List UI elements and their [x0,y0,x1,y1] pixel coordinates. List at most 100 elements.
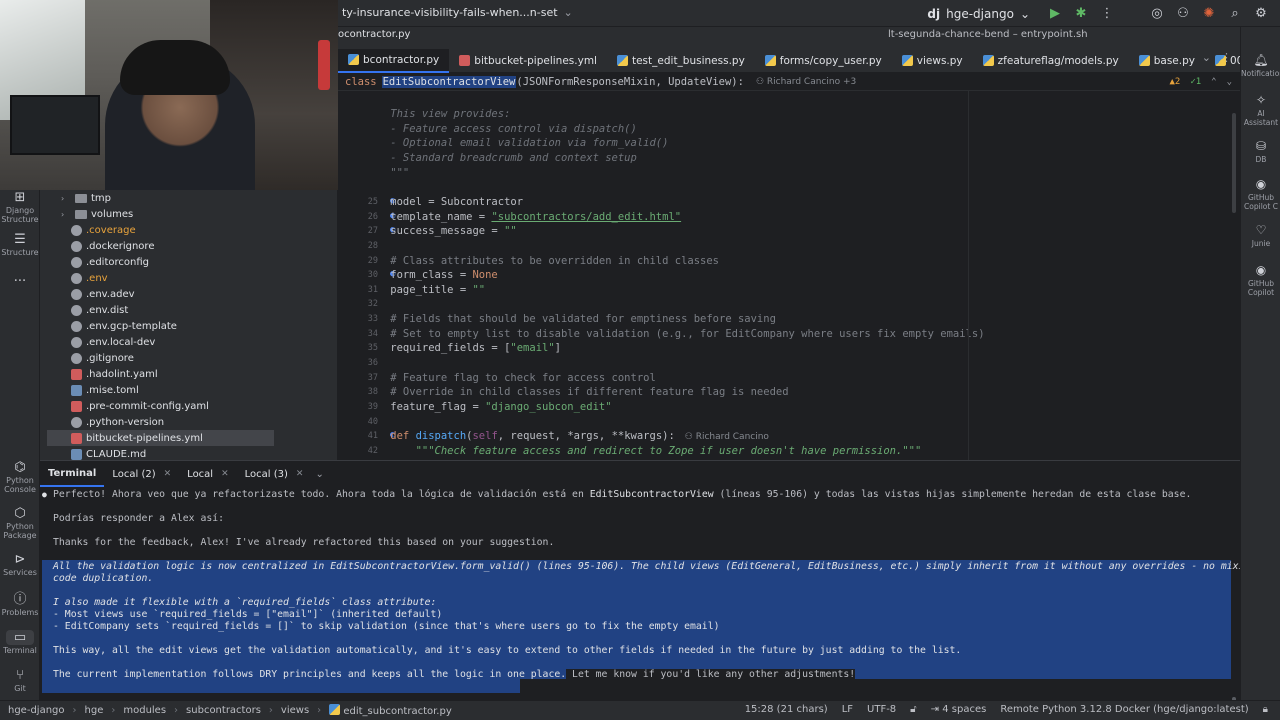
breadcrumb-file[interactable]: edit_subcontractor.py [329,704,452,717]
close-icon[interactable]: ✕ [164,469,172,479]
tool-github-copilot[interactable]: ◉ GitHub Copilot [1241,263,1280,297]
tree-file[interactable]: .coverage [47,222,274,238]
file-icon [71,256,82,268]
code-editor[interactable]: class EditSubcontractorView (JSONFormRes… [338,73,1240,460]
tab-label: Local [187,468,214,480]
tree-file[interactable]: .gitignore [47,350,274,366]
tree-file[interactable]: .editorconfig [47,254,274,270]
tree-file[interactable]: .dockerignore [47,238,274,254]
chevron-right-icon[interactable]: › [61,210,71,219]
debug-icon[interactable]: ✱ [1070,3,1092,24]
close-icon[interactable]: ✕ [221,469,229,479]
run-config-selector[interactable]: dj hge-django ⌄ [927,7,1030,21]
tree-file[interactable]: .python-version [47,414,274,430]
tool-problems[interactable]: ⓘ Problems [0,592,40,617]
chevron-right-icon[interactable]: › [61,194,71,203]
git-icon: ⑂ [16,668,24,683]
tab-terminal[interactable]: Terminal [40,461,105,487]
bullet-icon: ● [42,490,47,499]
tool-ai-assistant[interactable]: ✧ AI Assistant [1241,93,1280,127]
tool-terminal[interactable]: ▭ Terminal [0,630,40,655]
chevron-up-icon[interactable]: ⌃ [1211,77,1216,87]
terminal-line: - EditCompany sets `required_fields = []… [53,621,720,632]
tool-structure[interactable]: ☰ Structure [0,232,40,257]
line-separator[interactable]: LF [842,704,853,715]
tree-file[interactable]: .pre-commit-config.yaml [47,398,274,414]
gear-icon[interactable]: ⚙ [1250,3,1272,24]
breadcrumb-folder[interactable]: modules [123,705,166,716]
sticky-class-header: class EditSubcontractorView (JSONFormRes… [338,73,1240,91]
breadcrumb-folder[interactable]: subcontractors [186,705,261,716]
run-icon[interactable]: ▶ [1044,3,1066,24]
tree-file[interactable]: .env [47,270,274,286]
python-interpreter[interactable]: Remote Python 3.12.8 Docker (hge/django:… [1000,704,1248,715]
tool-database[interactable]: ⛁ DB [1241,139,1280,164]
tree-file[interactable]: .env.dist [47,302,274,318]
more-actions-icon[interactable]: ⋮ [1096,3,1118,24]
tab-base[interactable]: base.py [1129,49,1205,73]
project-tree: › tmp › volumes .coverage .dockerignore .edito… [40,190,338,460]
code-line: def dispatch(self, request, *args, **kwa… [365,430,769,443]
tab-edit-subcontractor[interactable]: ocontractor.py [338,29,410,40]
indent-setting[interactable]: ⇥ 4 spaces [931,704,987,715]
tab-test-edit-business[interactable]: test_edit_business.py [607,49,755,73]
tool-django-structure[interactable]: ⊞ Django Structure [0,190,40,224]
tab-local-3[interactable]: Local (3) ✕ [237,461,312,487]
tab-subcontractor[interactable]: bcontractor.py [338,48,450,73]
tree-file[interactable]: .env.local-dev [47,334,274,350]
check-count[interactable]: ✓1 [1190,77,1201,87]
lock-icon[interactable]: 🔒︎ [1263,704,1268,715]
tab-bitbucket-pipelines[interactable]: bitbucket-pipelines.yml [449,49,607,73]
close-icon[interactable]: ✕ [296,469,304,479]
more-icon: ... [13,270,27,285]
tree-file[interactable]: .env.gcp-template [47,318,274,334]
tab-local[interactable]: Local ✕ [179,461,236,487]
cursor-position[interactable]: 15:28 (21 chars) [745,704,828,715]
readonly-toggle-icon[interactable]: 🔓︎ [910,704,916,715]
file-icon [71,400,82,412]
tool-more[interactable]: ... [0,270,40,286]
warning-count[interactable]: ▲2 [1169,77,1180,87]
file-icon [71,224,82,236]
tab-entrypoint[interactable]: lt-segunda-chance-bend – entrypoint.sh [888,29,1088,40]
search-icon[interactable]: ⌕ [1224,3,1246,24]
tree-file[interactable]: .env.adev [47,286,274,302]
tool-copilot-chat[interactable]: ◉ GitHub Copilot C [1241,177,1280,211]
breadcrumb-project[interactable]: hge-django [8,705,65,716]
tool-python-console[interactable]: ⌬ Python Console [0,460,40,494]
tab-local-2[interactable]: Local (2) ✕ [104,461,179,487]
python-file-icon [329,704,341,715]
chevron-down-icon[interactable]: ⌄ [1202,51,1211,64]
tree-file[interactable]: .mise.toml [47,382,274,398]
tab-views[interactable]: views.py [892,49,973,73]
code-line: # Feature flag to check for access contr… [365,371,656,384]
tool-python-packages[interactable]: ⬡ Python Package [0,506,40,540]
tree-folder[interactable]: › volumes [47,206,274,222]
file-encoding[interactable]: UTF-8 [867,704,896,715]
tool-label: Python Package [3,522,37,540]
tree-file[interactable]: .hadolint.yaml [47,366,274,382]
tree-item-label: .gitignore [86,352,134,364]
more-tabs-icon[interactable]: ⋮ [1221,51,1232,64]
tree-file[interactable]: CLAUDE.md [47,446,274,460]
breadcrumb-folder[interactable]: hge [85,705,104,716]
editor-scrollbar[interactable] [1232,113,1236,213]
tab-copy-user[interactable]: forms/copy_user.py [755,49,892,73]
tree-file[interactable]: bitbucket-pipelines.yml [47,430,274,446]
tree-folder[interactable]: › tmp [47,190,274,206]
chevron-down-icon: ⌄ [1019,6,1030,21]
tool-git[interactable]: ⑂ Git [0,668,40,693]
tool-junie[interactable]: ♡ Junie [1241,223,1280,248]
tab-featureflag-models[interactable]: zfeatureflag/models.py [973,49,1129,73]
copilot-icon[interactable]: ◎ [1146,3,1168,24]
chevron-down-icon[interactable]: ⌄ [1227,77,1232,87]
add-user-icon[interactable]: ⚇ [1172,3,1194,24]
breadcrumb-folder[interactable]: views [281,705,309,716]
tool-services[interactable]: ⊳ Services [0,552,40,577]
tool-notifications[interactable]: 🔔︎ Notifications [1241,53,1280,78]
branch-selector[interactable]: ty-insurance-visibility-fails-when...n-s… [342,6,573,19]
terminal-output[interactable]: ● Perfecto! Ahora veo que ya refactoriza… [40,487,1240,700]
ai-sparkle-icon[interactable]: ✺ [1198,3,1220,24]
copilot-chat-icon: ◉ [1255,177,1267,191]
chevron-down-icon[interactable]: ⌄ [315,469,323,480]
